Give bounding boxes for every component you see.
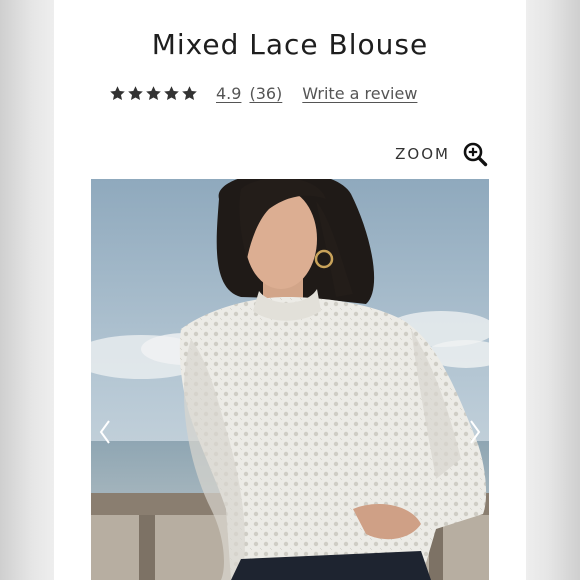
zoom-label: ZOOM — [395, 145, 450, 163]
zoom-button[interactable]: ZOOM — [395, 141, 488, 167]
star-rating — [109, 85, 198, 102]
product-image — [91, 179, 489, 580]
chevron-right-icon[interactable] — [465, 417, 485, 447]
zoom-in-icon — [463, 142, 488, 167]
star-icon — [128, 85, 143, 100]
rating-row: 4.9 (36) Write a review — [109, 81, 417, 105]
star-icon — [110, 85, 125, 100]
star-icon — [164, 85, 179, 100]
chevron-left-icon[interactable] — [95, 417, 115, 447]
product-title: Mixed Lace Blouse — [151, 28, 429, 61]
product-photo[interactable] — [91, 179, 489, 580]
product-card: Mixed Lace Blouse 4.9 (36) Write a revie… — [54, 0, 526, 580]
left-backdrop — [0, 0, 54, 580]
star-icon — [146, 85, 161, 100]
star-icon — [182, 85, 197, 100]
write-review-link[interactable]: Write a review — [302, 84, 417, 103]
review-count-link[interactable]: (36) — [249, 84, 282, 103]
right-backdrop — [526, 0, 580, 580]
rating-value-link[interactable]: 4.9 — [216, 84, 241, 103]
